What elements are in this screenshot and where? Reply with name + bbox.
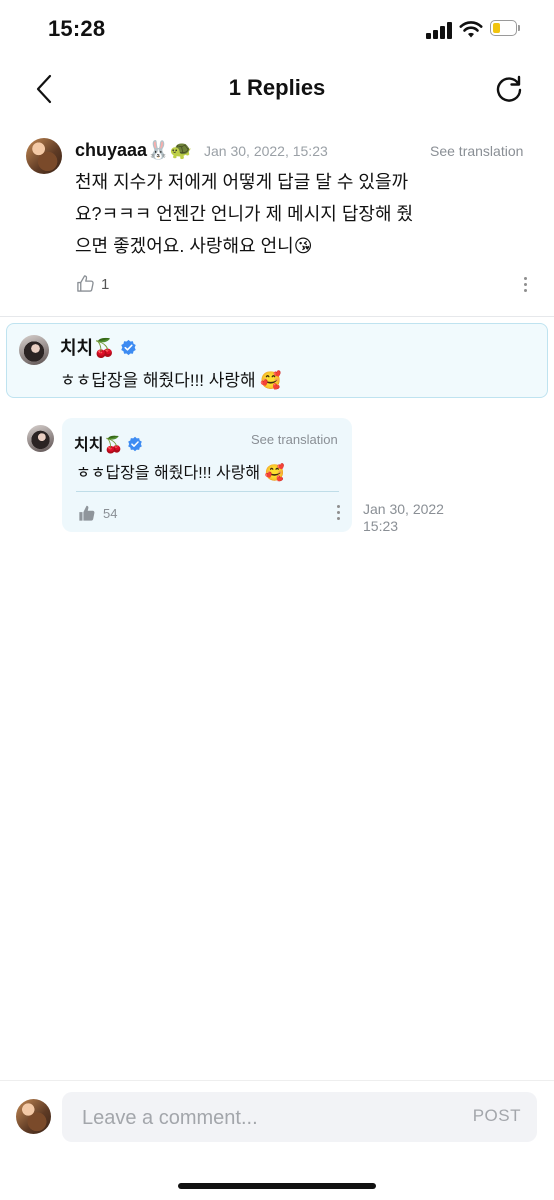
thumbs-up-filled-icon[interactable] <box>78 504 96 522</box>
more-options-icon[interactable] <box>522 277 528 295</box>
avatar <box>16 1099 51 1134</box>
avatar[interactable] <box>27 425 54 452</box>
username-text: 치치🍒 <box>74 437 124 454</box>
page-title: 1 Replies <box>228 75 326 100</box>
comment-text-line: 요?ㅋㅋㅋ 언젠간 언니가 제 메시지 답장해 줬 <box>75 204 414 224</box>
comment-text: 천재 지수가 저에게 어떻게 답글 달 수 있을까 요?ㅋㅋㅋ 언젠간 언니가 … <box>75 166 535 262</box>
avatar[interactable] <box>19 335 49 365</box>
verified-badge-icon <box>120 339 136 356</box>
comment-text-line: 으면 좋겠어요. 사랑해요 언니😘 <box>75 236 313 256</box>
refresh-button[interactable] <box>493 73 525 105</box>
status-time: 15:28 <box>48 16 106 41</box>
reply-time: 15:23 <box>363 518 399 534</box>
reply-text: ㅎㅎ답장을 해줬다!!! 사랑해 🥰 <box>60 371 282 390</box>
cellular-signal-icon <box>426 21 452 39</box>
like-count: 54 <box>103 506 118 521</box>
comment-text-line: 천재 지수가 저에게 어떻게 답글 달 수 있을까 <box>75 172 409 192</box>
battery-icon <box>490 20 520 38</box>
see-translation-link[interactable]: See translation <box>430 143 523 159</box>
comment-input[interactable] <box>80 1092 444 1144</box>
wifi-icon <box>459 21 483 38</box>
reply-username[interactable]: 치치🍒 <box>60 334 137 360</box>
reply-text: ㅎㅎ답장을 해줬다!!! 사랑해 🥰 <box>76 465 285 482</box>
username-text: 치치🍒 <box>60 338 116 358</box>
reply-username[interactable]: 치치🍒 <box>74 431 143 455</box>
comment-username[interactable]: chuyaaa🐰🐢 <box>75 140 192 161</box>
like-count: 1 <box>101 276 110 293</box>
comment-composer: POST <box>62 1092 537 1144</box>
bubble-divider <box>76 491 339 492</box>
home-indicator[interactable] <box>178 1183 376 1189</box>
avatar[interactable] <box>26 138 62 174</box>
see-translation-link[interactable]: See translation <box>251 432 338 447</box>
reply-timestamp: Jan 30, 2022 15:23 <box>363 501 444 535</box>
verified-badge-icon <box>128 436 143 452</box>
post-button[interactable]: POST <box>473 1106 521 1126</box>
divider <box>0 1080 554 1081</box>
more-options-icon[interactable] <box>335 505 341 523</box>
divider <box>0 316 554 317</box>
thumbs-up-icon[interactable] <box>76 274 95 293</box>
reply-date: Jan 30, 2022 <box>363 501 444 517</box>
comment-timestamp: Jan 30, 2022, 15:23 <box>204 143 328 159</box>
